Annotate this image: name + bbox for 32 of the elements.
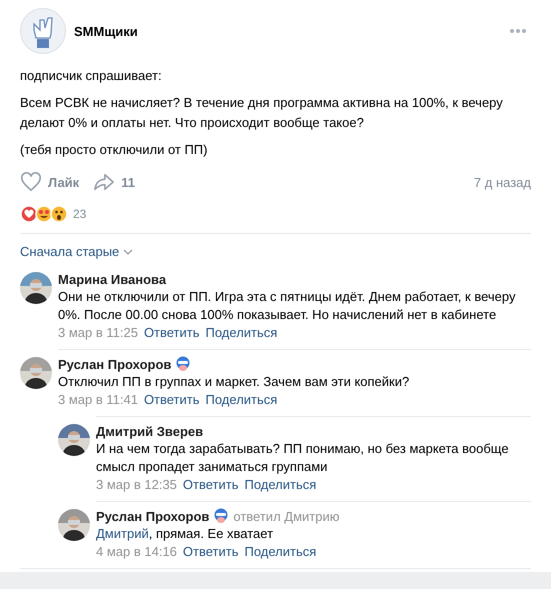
comment-text: И на чем тогда зарабатывать? ПП понимаю, но без маркета вообще смысл пропадет заниматься группами bbox=[96, 440, 510, 476]
comment-date: 3 мар в 11:25 bbox=[58, 324, 138, 342]
comment-date: 3 мар в 11:41 bbox=[58, 391, 138, 409]
comment-text: Дмитрий, прямая. Ее хватает bbox=[96, 525, 274, 543]
reply-link[interactable]: Ответить bbox=[144, 391, 200, 409]
mention-link[interactable]: Дмитрий bbox=[96, 526, 149, 541]
comment-text: Отключил ПП в группах и маркет. Зачем вам эти копейки? bbox=[58, 373, 410, 391]
heart-icon bbox=[20, 172, 42, 192]
post-text: (тебя просто отключили от ПП) bbox=[20, 141, 208, 159]
post-text: Всем РСВК не начисляет? В течение дня программа активна на 100%, к вечеру делают 0% и оплаты нет. Что происходит вообще такое? bbox=[20, 94, 504, 132]
hand-logo-icon bbox=[20, 8, 66, 54]
author-name[interactable]: Дмитрий Зверев bbox=[96, 424, 204, 438]
comment-text: Они не отключили от ПП. Игра эта с пятницы идёт. Днем работает, к вечеру 0%. После 00.00 снова 100% показывает. Но начислений нет в кабинете bbox=[58, 288, 516, 324]
chevron-icon bbox=[123, 248, 134, 254]
comment-date: 3 мар в 12:35 bbox=[96, 476, 177, 494]
author-name[interactable]: Руслан Прохоров bbox=[96, 508, 210, 524]
author-name[interactable]: Руслан Прохоров bbox=[58, 356, 172, 372]
post-time: 7 д назад bbox=[474, 174, 531, 190]
reply-link[interactable]: Ответить bbox=[182, 543, 238, 561]
reply-link[interactable]: Ответить bbox=[182, 476, 238, 494]
author-name[interactable]: Марина Иванова bbox=[58, 272, 166, 286]
group-name[interactable]: SMMщики bbox=[74, 24, 501, 38]
sort-dropdown[interactable]: Сначала старые bbox=[20, 244, 134, 259]
share-link[interactable]: Поделиться bbox=[244, 476, 316, 494]
share-icon bbox=[93, 172, 116, 192]
post-text: подписчик спрашивает: bbox=[20, 67, 163, 85]
share-link[interactable]: Поделиться bbox=[244, 543, 316, 561]
comment-date: 4 мар в 14:16 bbox=[96, 543, 177, 561]
share-link[interactable]: Поделиться bbox=[206, 324, 278, 342]
reply-link[interactable]: Ответить bbox=[144, 324, 200, 342]
share-link[interactable]: Поделиться bbox=[206, 391, 278, 409]
reactions-count: 23 bbox=[73, 207, 86, 221]
